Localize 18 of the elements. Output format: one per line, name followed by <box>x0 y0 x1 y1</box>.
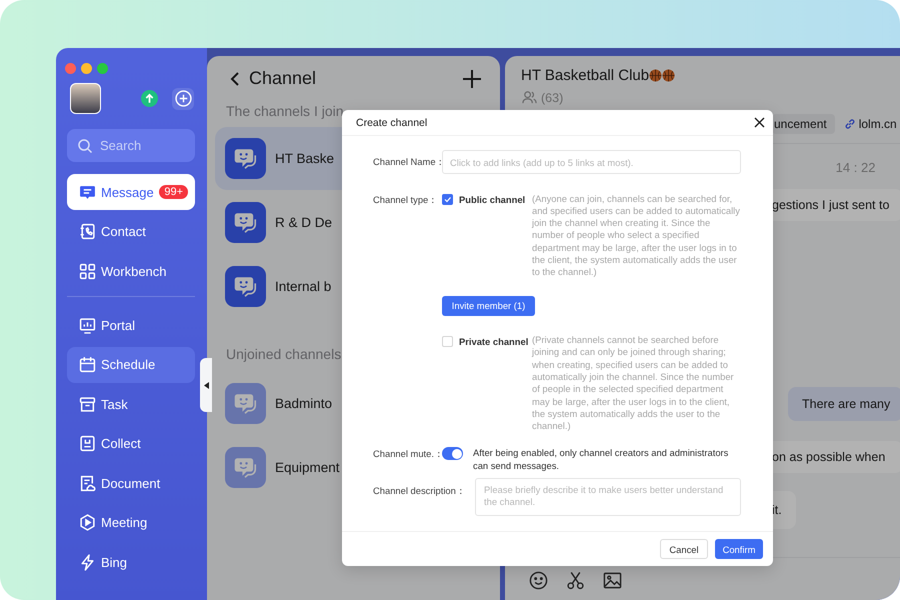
option-description: (Private channels cannot be searched before joining and can only be joined through sharing; when creating, specified users can be added to automatically join the channel. Since the number of people in the selected specified department may be large, after the user logs in to the client, the system automatically adds the user to the channel.) <box>532 334 735 432</box>
unread-badge: 99+ <box>159 185 188 199</box>
option-label: Private channel <box>459 336 530 347</box>
field-label: Channel mute.： <box>373 448 442 462</box>
dialog-title: Create channel <box>356 116 428 128</box>
section-heading: Unjoined channels <box>226 346 342 362</box>
message-time: 14 : 22 <box>836 160 876 175</box>
member-count: (63) <box>541 90 564 104</box>
option-label: Public channel <box>459 194 526 205</box>
field-label: Channel type： <box>373 194 438 207</box>
field-label: Channel Name： <box>373 156 442 168</box>
chat-title: HT Basketball Club <box>521 66 650 84</box>
message-bubble: There are many <box>788 387 900 421</box>
option-description: (Anyone can join, channels can be searched for, and specified users can be added to automatically join the channel when creating it. Since the number of people who select a specified department may be large, after the user logs in to the client, the system automatically adds the user to the channel.) <box>532 192 741 279</box>
section-heading: The channels I join <box>226 103 345 119</box>
mute-note: After being enabled, only channel creators and administrators can send messages. <box>473 447 730 472</box>
field-label: Channel description： <box>373 485 466 498</box>
panel-title: Channel <box>249 68 316 89</box>
